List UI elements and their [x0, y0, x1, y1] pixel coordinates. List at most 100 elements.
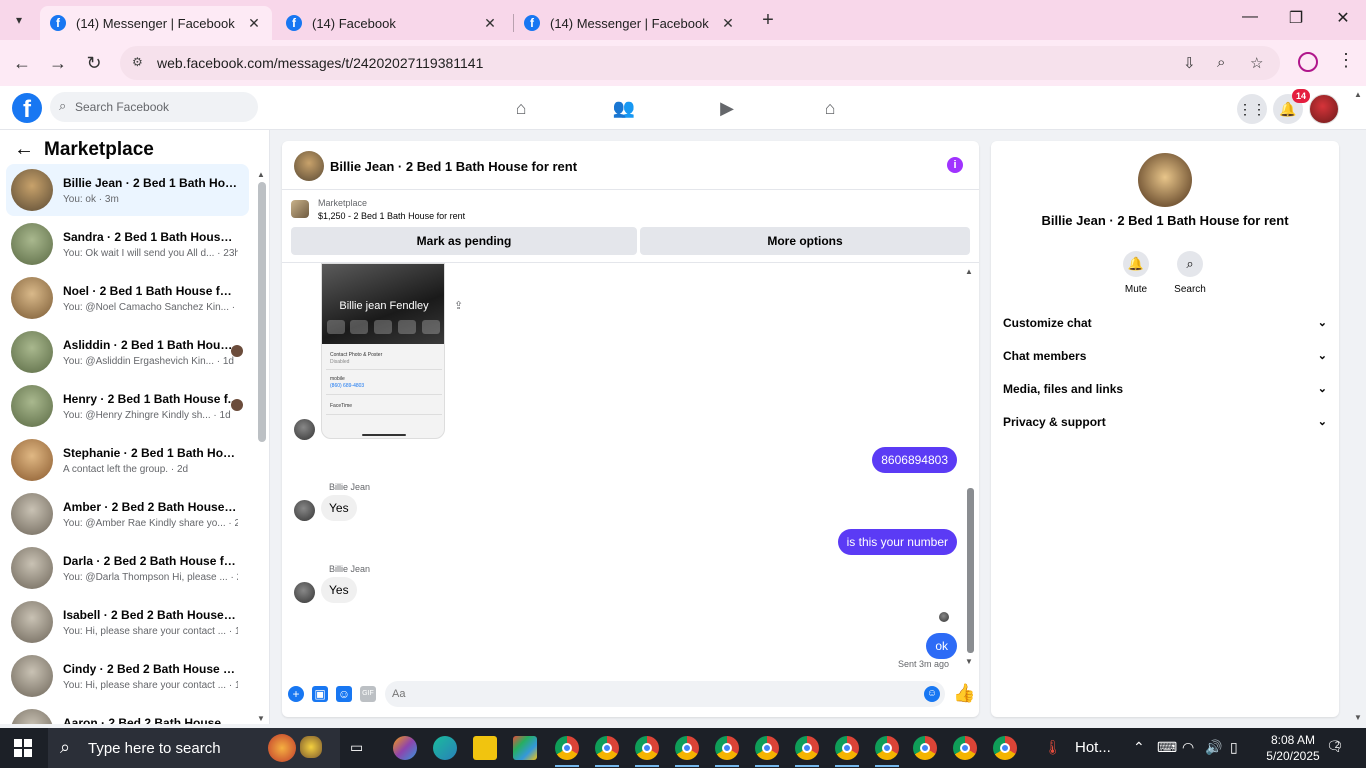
copilot-icon[interactable]: [393, 736, 417, 760]
volume-icon[interactable]: 🔊: [1205, 739, 1222, 756]
scroll-down-arrow-icon[interactable]: ▼: [257, 714, 265, 723]
thumbs-up-icon[interactable]: 👍: [953, 683, 975, 704]
chrome-icon[interactable]: [635, 736, 659, 760]
reload-icon[interactable]: ↻: [83, 52, 105, 74]
address-bar[interactable]: ⚙ web.facebook.com/messages/t/2420202711…: [120, 46, 1280, 80]
wifi-icon[interactable]: ◠: [1182, 739, 1194, 756]
close-window-icon[interactable]: ✕: [1331, 8, 1355, 28]
back-arrow-icon[interactable]: ←: [11, 52, 33, 74]
zoom-icon[interactable]: ⌕: [1217, 54, 1225, 71]
conversation-item[interactable]: Noel · 2 Bed 1 Bath House for r... You: @…: [6, 272, 249, 324]
conversation-item[interactable]: Billie Jean · 2 Bed 1 Bath House ... You:…: [6, 164, 249, 216]
details-avatar[interactable]: [1138, 153, 1192, 207]
restore-icon[interactable]: ❐: [1284, 8, 1308, 28]
photo-icon[interactable]: ▣: [312, 686, 328, 702]
conversation-item[interactable]: Darla · 2 Bed 2 Bath House for r... You: …: [6, 542, 249, 594]
friends-icon[interactable]: 👥: [612, 96, 636, 120]
section-customize-chat[interactable]: Customize chat ⌄: [1003, 316, 1331, 338]
close-tab-icon[interactable]: ✕: [246, 15, 262, 32]
outgoing-message[interactable]: 8606894803: [872, 447, 957, 473]
incoming-message[interactable]: Yes: [321, 577, 357, 603]
page-scroll-down-icon[interactable]: ▼: [1354, 713, 1362, 722]
weather-text[interactable]: Hot...: [1075, 739, 1111, 756]
listing-thumbnail[interactable]: [291, 200, 309, 218]
mark-as-pending-button[interactable]: Mark as pending: [291, 227, 637, 255]
conversation-item[interactable]: Henry · 2 Bed 1 Bath House f... You: @Hen…: [6, 380, 249, 432]
notification-center-icon[interactable]: 🗨2: [1326, 738, 1349, 755]
store-icon[interactable]: [513, 736, 537, 760]
chrome-icon[interactable]: [953, 736, 977, 760]
tab-search-chevron-icon[interactable]: ▾: [10, 11, 28, 29]
home-icon[interactable]: ⌂: [509, 96, 533, 120]
chevron-up-icon[interactable]: ⌃: [1133, 739, 1145, 756]
mute-button[interactable]: 🔔 Mute: [1111, 251, 1161, 295]
info-icon[interactable]: i: [947, 157, 963, 173]
conversation-item[interactable]: Stephanie · 2 Bed 1 Bath House ... A cont…: [6, 434, 249, 486]
install-app-icon[interactable]: ⇩: [1183, 54, 1196, 72]
plus-icon[interactable]: +: [288, 686, 304, 702]
browser-profile-icon[interactable]: [1298, 52, 1318, 72]
search-button[interactable]: ⌕ Search: [1165, 251, 1215, 295]
listing-title[interactable]: $1,250 - 2 Bed 1 Bath House for rent: [318, 211, 465, 221]
new-tab-plus-icon[interactable]: +: [758, 9, 778, 32]
chat-scrollbar[interactable]: [967, 488, 974, 653]
sticker-icon[interactable]: ☺: [336, 686, 352, 702]
chrome-icon[interactable]: [755, 736, 779, 760]
chrome-icon[interactable]: [675, 736, 699, 760]
chrome-icon[interactable]: [913, 736, 937, 760]
battery-icon[interactable]: ▯: [1230, 739, 1238, 756]
sidebar-scrollbar[interactable]: [258, 182, 266, 442]
windows-start-icon[interactable]: [14, 739, 32, 757]
conversation-item[interactable]: Aaron · 2 Bed 2 Bath House for ...: [6, 704, 249, 724]
emoji-icon[interactable]: ☺: [924, 686, 940, 702]
video-icon[interactable]: ▶: [715, 96, 739, 120]
message-input[interactable]: [385, 681, 945, 707]
chrome-icon[interactable]: [795, 736, 819, 760]
browser-tab-2[interactable]: f (14) Facebook ✕: [276, 6, 508, 40]
browser-tab-1[interactable]: f (14) Messenger | Facebook ✕: [40, 6, 272, 40]
more-options-button[interactable]: More options: [640, 227, 970, 255]
browser-tab-3[interactable]: f (14) Messenger | Facebook ✕: [514, 6, 746, 40]
scroll-up-arrow-icon[interactable]: ▲: [257, 170, 265, 179]
chrome-icon[interactable]: [595, 736, 619, 760]
back-arrow-icon[interactable]: ←: [14, 138, 34, 161]
keyboard-icon[interactable]: ⌨: [1157, 739, 1177, 756]
chrome-icon[interactable]: [555, 736, 579, 760]
outgoing-message[interactable]: ok: [926, 633, 957, 659]
browser-menu-icon[interactable]: ⋮: [1337, 50, 1355, 71]
chat-title[interactable]: Billie Jean · 2 Bed 1 Bath House for ren…: [330, 159, 577, 174]
menu-grid-icon[interactable]: ⋮⋮: [1237, 94, 1267, 124]
file-explorer-icon[interactable]: [473, 736, 497, 760]
shared-screenshot-image[interactable]: Billie jean Fendley Contact Photo & Post…: [321, 263, 445, 439]
section-chat-members[interactable]: Chat members ⌄: [1003, 349, 1331, 371]
close-tab-icon[interactable]: ✕: [482, 15, 498, 32]
outgoing-message[interactable]: is this your number: [837, 529, 957, 555]
facebook-search[interactable]: ⌕ Search Facebook: [50, 92, 258, 122]
chrome-icon[interactable]: [715, 736, 739, 760]
chrome-icon[interactable]: [875, 736, 899, 760]
sender-avatar[interactable]: [294, 419, 315, 440]
marketplace-icon[interactable]: ⌂: [818, 96, 842, 120]
chrome-icon[interactable]: [993, 736, 1017, 760]
chat-avatar[interactable]: [294, 151, 324, 181]
conversation-item[interactable]: Isabell · 2 Bed 2 Bath House for... You: …: [6, 596, 249, 648]
site-settings-icon[interactable]: ⚙: [132, 55, 143, 69]
task-view-icon[interactable]: ▭: [350, 739, 363, 756]
scroll-down-arrow-icon[interactable]: ▼: [965, 657, 973, 666]
share-icon[interactable]: ⇪: [454, 299, 463, 312]
bookmark-star-icon[interactable]: ☆: [1250, 54, 1263, 72]
forward-arrow-icon[interactable]: →: [47, 52, 69, 74]
scroll-up-arrow-icon[interactable]: ▲: [965, 267, 973, 276]
sender-avatar[interactable]: [294, 500, 315, 521]
conversation-item[interactable]: Amber · 2 Bed 2 Bath House for... You: @A…: [6, 488, 249, 540]
conversation-item[interactable]: Cindy · 2 Bed 2 Bath House for ... You: H…: [6, 650, 249, 702]
incoming-message[interactable]: Yes: [321, 495, 357, 521]
page-scroll-up-icon[interactable]: ▲: [1354, 90, 1362, 99]
close-tab-icon[interactable]: ✕: [720, 15, 736, 32]
conversation-item[interactable]: Asliddin · 2 Bed 1 Bath House... You: @As…: [6, 326, 249, 378]
minimize-icon[interactable]: —: [1238, 8, 1262, 26]
section-privacy-support[interactable]: Privacy & support ⌄: [1003, 415, 1331, 437]
sender-avatar[interactable]: [294, 582, 315, 603]
chrome-icon[interactable]: [835, 736, 859, 760]
conversation-item[interactable]: Sandra · 2 Bed 1 Bath House for... You: O…: [6, 218, 249, 270]
